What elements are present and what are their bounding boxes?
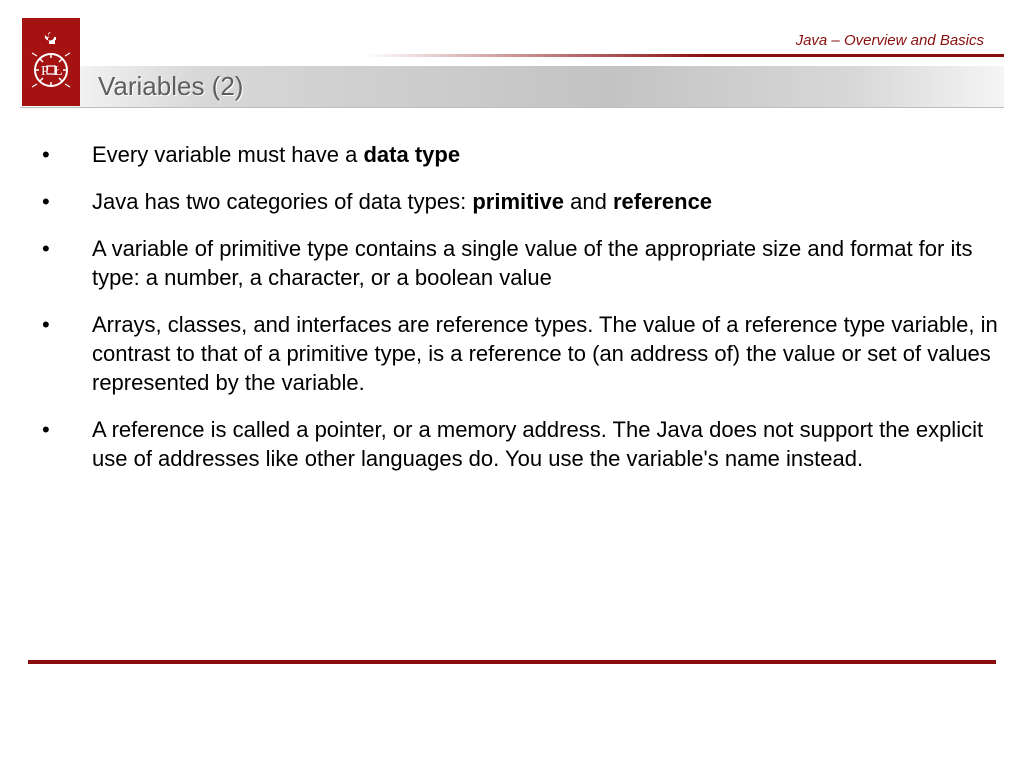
logo-emblem-icon: P Ł <box>22 18 80 106</box>
body-text: A reference is called a pointer, or a me… <box>92 417 983 471</box>
body-text: A variable of primitive type contains a … <box>92 236 972 290</box>
body-text: Every variable must have a <box>92 142 363 167</box>
bold-text: primitive <box>472 189 564 214</box>
body-text: Arrays, classes, and interfaces are refe… <box>92 312 998 395</box>
bottom-divider <box>28 660 996 664</box>
body-text: and <box>564 189 613 214</box>
bold-text: data type <box>363 142 460 167</box>
body-text: Java has two categories of data types: <box>92 189 472 214</box>
header-subtitle: Java – Overview and Basics <box>796 32 984 49</box>
bullet-item: A reference is called a pointer, or a me… <box>30 415 998 473</box>
bullet-item: A variable of primitive type contains a … <box>30 234 998 292</box>
slide-content: Every variable must have a data type Java… <box>30 140 998 491</box>
bullet-list: Every variable must have a data type Java… <box>30 140 998 473</box>
slide-title: Variables (2) <box>98 71 243 102</box>
university-logo: P Ł <box>22 18 80 106</box>
bullet-item: Java has two categories of data types: p… <box>30 187 998 216</box>
bullet-item: Arrays, classes, and interfaces are refe… <box>30 310 998 397</box>
top-divider <box>20 54 1004 57</box>
bullet-item: Every variable must have a data type <box>30 140 998 169</box>
bold-text: reference <box>613 189 712 214</box>
title-band: Variables (2) <box>20 66 1004 108</box>
